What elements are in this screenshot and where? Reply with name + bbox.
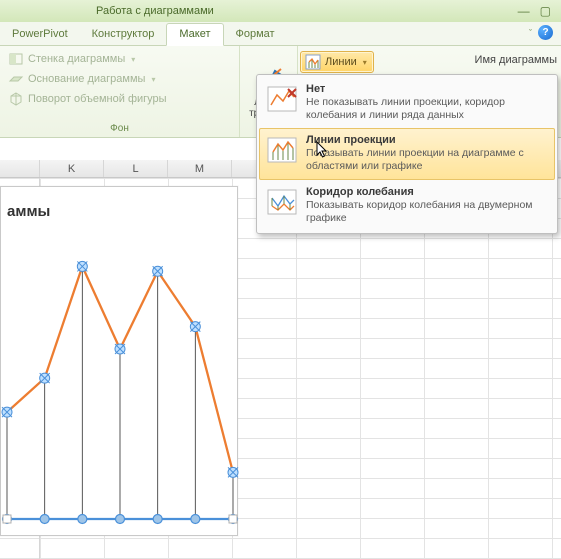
col-header[interactable]: L — [104, 160, 168, 177]
chart-title[interactable]: аммы — [7, 203, 50, 220]
tab-maket[interactable]: Макет — [166, 23, 223, 46]
option-desc: Показывать коридор колебания на двумерно… — [306, 199, 548, 225]
chart-wall-icon — [8, 51, 24, 67]
chart-name-label: Имя диаграммы — [475, 54, 557, 66]
option-title: Коридор колебания — [306, 186, 548, 198]
ribbon: Стенка диаграммы ▾ Основание диаграммы ▾… — [0, 46, 561, 138]
col-header[interactable]: K — [40, 160, 104, 177]
embedded-chart[interactable]: аммы — [0, 186, 238, 536]
lines-option-droplines[interactable]: Линии проекции Показывать линии проекции… — [259, 128, 555, 179]
lines-hilow-icon — [266, 186, 298, 218]
chart-base-icon — [8, 71, 24, 87]
lines-option-none[interactable]: Нет Не показывать линии проекции, коридо… — [259, 77, 555, 128]
lines-dropdown-button[interactable]: Линии ▾ — [300, 51, 374, 73]
rotation-3d-button: Поворот объемной фигуры — [6, 90, 233, 108]
chart-wall-button: Стенка диаграммы ▾ — [6, 50, 233, 68]
ribbon-group-fon: Стенка диаграммы ▾ Основание диаграммы ▾… — [0, 46, 240, 137]
chart-plot-area[interactable] — [7, 239, 233, 519]
ribbon-group-label: Фон — [0, 123, 239, 137]
col-header[interactable] — [0, 160, 40, 177]
chevron-down-icon: ▾ — [151, 75, 155, 84]
tab-powerpivot[interactable]: PowerPivot — [0, 24, 80, 45]
rotation-3d-icon — [8, 91, 24, 107]
minimize-icon[interactable]: — — [518, 4, 530, 18]
chevron-down-icon: ▾ — [363, 58, 367, 67]
ribbon-tabs: PowerPivot Конструктор Макет Формат ˇ ? — [0, 22, 561, 46]
option-title: Линии проекции — [306, 134, 548, 146]
chart-svg — [7, 239, 233, 519]
restore-icon[interactable]: ▢ — [540, 4, 551, 18]
option-desc: Не показывать линии проекции, коридор ко… — [306, 96, 548, 122]
chart-base-button: Основание диаграммы ▾ — [6, 70, 233, 88]
ribbon-minimize-icon[interactable]: ˇ — [529, 28, 532, 38]
lines-option-hilow[interactable]: Коридор колебания Показывать коридор кол… — [259, 180, 555, 231]
lines-icon — [305, 54, 321, 70]
contextual-tab-title: Работа с диаграммами — ▢ — [0, 0, 561, 22]
rotation-3d-label: Поворот объемной фигуры — [28, 93, 167, 105]
tab-konstruktor[interactable]: Конструктор — [80, 24, 167, 45]
chart-base-label: Основание диаграммы — [28, 73, 145, 85]
lines-droplines-icon — [266, 134, 298, 166]
chevron-down-icon: ▾ — [131, 55, 135, 64]
col-header[interactable]: M — [168, 160, 232, 177]
help-icon[interactable]: ? — [538, 25, 553, 40]
tab-format[interactable]: Формат — [224, 24, 287, 45]
lines-none-icon — [266, 83, 298, 115]
window-controls: — ▢ — [518, 4, 551, 18]
contextual-tab-title-text: Работа с диаграммами — [96, 5, 214, 17]
option-desc: Показывать линии проекции на диаграмме с… — [306, 147, 548, 173]
chart-wall-label: Стенка диаграммы — [28, 53, 125, 65]
option-title: Нет — [306, 83, 548, 95]
lines-dropdown-menu: Нет Не показывать линии проекции, коридо… — [256, 74, 558, 234]
help-area: ˇ ? — [529, 25, 553, 40]
lines-button-label: Линии — [325, 56, 357, 68]
